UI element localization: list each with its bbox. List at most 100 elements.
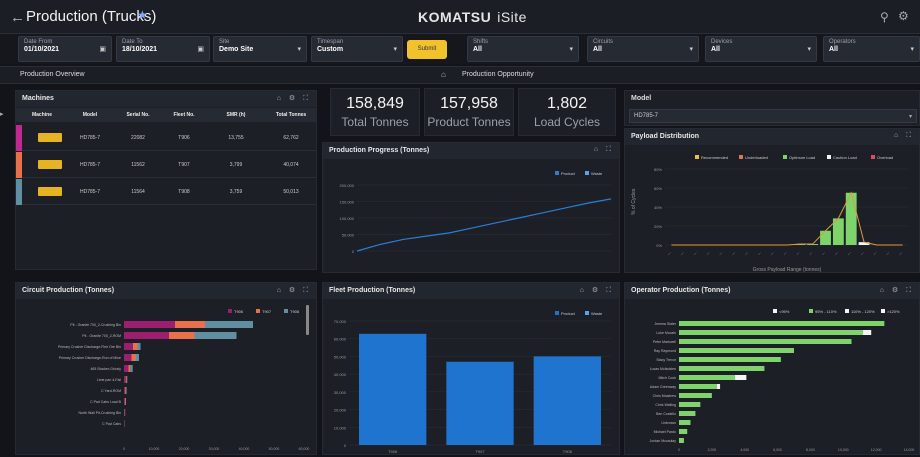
circuit-bar bbox=[130, 365, 133, 372]
gear-icon[interactable]: ⚙ bbox=[898, 9, 909, 23]
progress-chart: Product Waste 200,000 150,000 100,000 50,000 0 bbox=[340, 171, 612, 254]
machine-smr: 13,755 bbox=[228, 135, 244, 141]
filter-value: All bbox=[829, 46, 838, 53]
x-tick-label: — bbox=[847, 251, 853, 257]
x-tick-label: — bbox=[872, 251, 878, 257]
haul-truck-icon bbox=[38, 160, 62, 169]
x-tick-label: — bbox=[859, 251, 865, 257]
legend-swatch bbox=[845, 309, 849, 313]
circuit-panel: Circuit Production (Tonnes) ⌂ ⚙ ⛶ T906 T90… bbox=[15, 282, 317, 455]
legend-swatch bbox=[881, 309, 885, 313]
panel-tools-icon[interactable]: ⌂ ⚙ ⛶ bbox=[277, 286, 311, 295]
x-tick-label: — bbox=[834, 251, 840, 257]
distribution-curve bbox=[671, 191, 903, 246]
machines-column-header: Model bbox=[82, 112, 98, 118]
tab-production-opportunity[interactable]: Production Opportunity bbox=[462, 71, 534, 78]
x-tick-label: — bbox=[693, 251, 699, 257]
filter-circuits[interactable]: Circuits All ▾ bbox=[587, 36, 699, 62]
filter-value: Custom bbox=[317, 46, 344, 53]
filter-value: All bbox=[593, 46, 602, 53]
filter-shifts[interactable]: Shifts All ▾ bbox=[467, 36, 579, 62]
calendar-icon: ▣ bbox=[197, 46, 204, 53]
circuit-bar bbox=[128, 365, 131, 372]
filter-date-from[interactable]: Date From 01/10/2021 ▣ bbox=[18, 36, 112, 62]
favorite-star-icon[interactable]: ★ bbox=[137, 8, 148, 22]
operator-label: Stacy Trevor bbox=[656, 358, 676, 362]
machines-panel: Machines ⌂ ⚙ ⛶ Machine Model Serial No. Flee… bbox=[15, 90, 317, 270]
filter-date-to[interactable]: Date To 18/10/2021 ▣ bbox=[116, 36, 210, 62]
operator-bar bbox=[679, 357, 781, 362]
model-label: Model bbox=[631, 95, 652, 102]
filter-timespan[interactable]: Timespan Custom ▾ bbox=[311, 36, 403, 62]
circuit-bar bbox=[124, 398, 125, 405]
y-tick-label: 60,000 bbox=[334, 337, 347, 342]
filter-devices[interactable]: Devices All ▾ bbox=[705, 36, 817, 62]
legend-swatch bbox=[871, 155, 875, 159]
fleet-chart: Product Waste 70,000 60,000 50,000 40,000 30,0… bbox=[334, 311, 611, 454]
panel-tools-icon[interactable]: ⌂ ⚙ ⛶ bbox=[880, 286, 914, 295]
filter-label: Date From bbox=[24, 39, 53, 45]
machine-tonnes: 40,074 bbox=[283, 162, 299, 168]
circuit-label: Lime pan 4-Fail bbox=[97, 378, 121, 382]
x-tick-label: — bbox=[770, 251, 776, 257]
circuit-bar bbox=[169, 332, 195, 339]
operator-label: Ben Costello bbox=[656, 412, 676, 416]
operator-bar-overrun bbox=[863, 330, 872, 335]
machine-row[interactable]: HD785-7 11564 T908 3,759 50,013 bbox=[16, 179, 316, 205]
operator-bar bbox=[679, 402, 701, 407]
operator-label: Michael Pardo bbox=[654, 430, 676, 434]
x-tick-label: — bbox=[757, 251, 763, 257]
filter-icon[interactable]: ⚲ bbox=[880, 10, 889, 24]
legend-label: Product bbox=[561, 311, 576, 316]
machine-model: HD785-7 bbox=[79, 135, 100, 141]
x-tick-label: 30,000 bbox=[209, 447, 220, 451]
machine-row[interactable]: HD785-7 22082 T906 13,755 62,762 bbox=[16, 125, 316, 151]
x-tick-label: 50,000 bbox=[269, 447, 280, 451]
scrollbar bbox=[306, 305, 309, 335]
x-tick-label: — bbox=[795, 251, 801, 257]
panel-tools-icon[interactable]: ⌂ ⛶ bbox=[594, 146, 614, 154]
progress-panel: Production Progress (Tonnes) ⌂ ⛶ Product W… bbox=[322, 142, 620, 273]
legend-swatch bbox=[256, 309, 260, 313]
model-select[interactable]: HD785-7 ▾ bbox=[629, 109, 917, 123]
fleet-title: Fleet Production (Tonnes) bbox=[329, 287, 416, 294]
circuit-bar bbox=[124, 398, 126, 405]
submit-button[interactable]: Submit bbox=[407, 40, 447, 59]
operator-bar bbox=[679, 384, 717, 389]
home-icon[interactable]: ⌂ bbox=[441, 70, 446, 79]
back-icon[interactable]: ← bbox=[10, 9, 25, 26]
panel-tools-icon[interactable]: ⌂ ⚙ ⛶ bbox=[277, 94, 311, 103]
operator-bar bbox=[679, 420, 691, 425]
payload-panel: Payload Distribution ⌂ ⛶ Recommended Under… bbox=[624, 128, 920, 273]
legend-label: <95% bbox=[779, 309, 790, 314]
operator-panel: Operator Production (Tonnes) ⌂ ⚙ ⛶ <95% 95… bbox=[624, 282, 920, 455]
y-axis-label: % of Cycles bbox=[631, 188, 637, 215]
operator-bar bbox=[679, 429, 688, 434]
machine-row[interactable]: HD785-7 11562 T907 3,799 40,074 bbox=[16, 152, 316, 178]
legend-label: 95% - 110% bbox=[815, 309, 837, 314]
x-axis-label: Gross Payload Range (tonnes) bbox=[753, 267, 822, 273]
operator-bar bbox=[679, 321, 885, 326]
filter-site[interactable]: Site Demo Site ▾ bbox=[213, 36, 307, 62]
panel-tools-icon[interactable]: ⌂ ⛶ bbox=[894, 132, 914, 140]
legend-label: >120% bbox=[887, 309, 900, 314]
payload-bar bbox=[820, 230, 831, 245]
circuit-label: Pit - Granite 700_2-ROM bbox=[82, 334, 121, 338]
x-tick-label: 12,000 bbox=[871, 448, 882, 452]
legend-label: T908 bbox=[290, 309, 300, 314]
operator-bar bbox=[679, 438, 684, 443]
circuit-bar bbox=[124, 321, 175, 328]
legend-swatch bbox=[739, 155, 743, 159]
collapse-arrow-icon[interactable]: ▸ bbox=[0, 110, 4, 118]
circuit-label: C Yard-ROM bbox=[101, 389, 121, 393]
y-tick-label: 80% bbox=[654, 167, 662, 172]
circuit-label: Primary Crusher Discharge-Run of Mine bbox=[59, 356, 121, 360]
circuit-title: Circuit Production (Tonnes) bbox=[22, 287, 115, 294]
x-tick-label: 20,000 bbox=[179, 447, 190, 451]
panel-tools-icon[interactable]: ⌂ ⚙ ⛶ bbox=[580, 286, 614, 295]
machine-smr: 3,759 bbox=[229, 189, 243, 195]
legend-label: T907 bbox=[262, 309, 272, 314]
filter-operators[interactable]: Operators All ▾ bbox=[823, 36, 920, 62]
legend-swatch bbox=[773, 309, 777, 313]
tab-production-overview[interactable]: Production Overview bbox=[20, 71, 85, 78]
